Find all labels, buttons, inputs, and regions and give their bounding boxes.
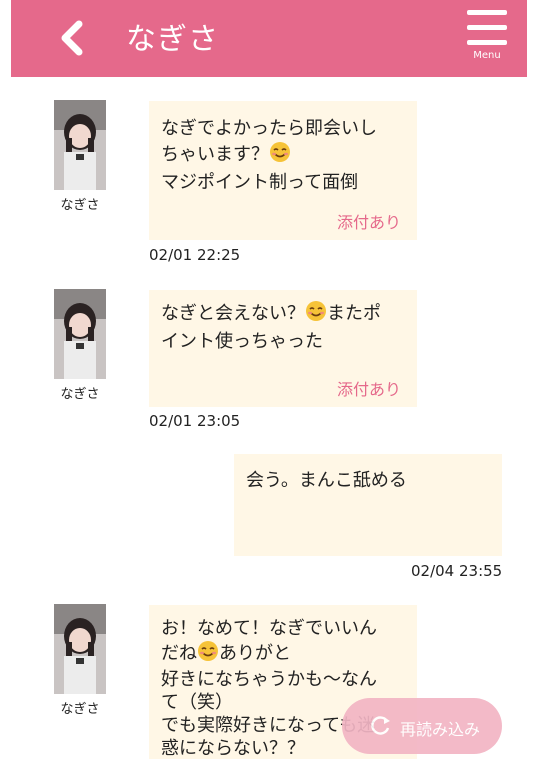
avatar-photo [54, 604, 106, 694]
smiling-face-emoji-icon [305, 300, 327, 329]
back-button[interactable] [55, 18, 95, 58]
avatar-photo [54, 100, 106, 190]
reload-label: 再読み込み [400, 720, 481, 739]
message-bubble: なぎと会えない？ またポ イント使っちゃった 添付あり [149, 290, 417, 407]
message-line: 好きになちゃうかも〜なん [161, 669, 377, 690]
message-line: て（笑） [161, 692, 233, 713]
message-text: 会う。まんこ舐める [246, 468, 407, 493]
message-line: 惑にならない？？ [161, 738, 305, 759]
menu-button[interactable]: Menu [463, 8, 511, 66]
message-line: ちゃいます？ [161, 144, 269, 165]
message-line: ありがと [219, 643, 291, 664]
message-bubble: 会う。まんこ舐める [234, 454, 502, 556]
message-line: イント使っちゃった [161, 331, 323, 352]
message-text: なぎと会えない？ またポ イント使っちゃった [161, 300, 381, 354]
smiling-face-emoji-icon [269, 141, 291, 170]
message-line: なぎでよかったら即会いし [161, 118, 377, 139]
message-line: お！なめて！なぎでいいん [161, 618, 377, 639]
message-line: だね [161, 643, 197, 664]
avatar[interactable] [54, 100, 106, 190]
menu-label: Menu [473, 50, 501, 61]
sender-name: なぎさ [60, 702, 100, 717]
reload-icon [370, 714, 392, 740]
smiling-face-emoji-icon [197, 640, 219, 668]
message-time: 02/01 22:25 [149, 246, 241, 264]
message-line: またポ [327, 303, 381, 324]
app-header: なぎさ Menu [11, 0, 527, 77]
message-bubble: なぎでよかったら即会いし ちゃいます？ マジポイント制って面倒 添付あり [149, 101, 417, 240]
hamburger-icon [467, 8, 507, 48]
page-title: なぎさ [126, 22, 219, 57]
chevron-left-icon [61, 20, 83, 56]
avatar-photo [54, 289, 106, 379]
message-line: 会う。まんこ舐める [246, 470, 407, 491]
reload-button[interactable]: 再読み込み [342, 698, 502, 754]
message-line: マジポイント制って面倒 [161, 172, 359, 193]
sender-name: なぎさ [60, 198, 100, 213]
avatar[interactable] [54, 604, 106, 694]
attachment-link[interactable]: 添付あり [337, 209, 401, 233]
sender-name: なぎさ [60, 387, 100, 402]
message-line: なぎと会えない？ [161, 303, 305, 324]
attachment-link[interactable]: 添付あり [337, 376, 401, 400]
avatar[interactable] [54, 289, 106, 379]
message-time: 02/04 23:55 [411, 562, 503, 580]
message-time: 02/01 23:05 [149, 412, 241, 430]
message-text: なぎでよかったら即会いし ちゃいます？ マジポイント制って面倒 [161, 116, 377, 195]
